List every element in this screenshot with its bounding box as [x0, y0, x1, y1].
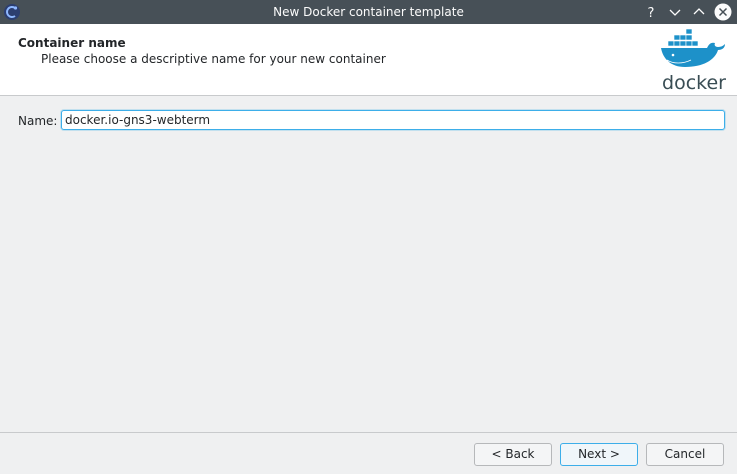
window-titlebar: New Docker container template ? — [0, 0, 737, 24]
page-subtitle: Please choose a descriptive name for you… — [41, 52, 386, 66]
docker-whale-logo: docker — [661, 28, 726, 93]
window-title: New Docker container template — [273, 5, 464, 19]
name-label: Name: — [18, 114, 58, 128]
wizard-header: Container name Please choose a descripti… — [0, 24, 737, 96]
next-button[interactable]: Next > — [560, 443, 638, 466]
minimize-icon[interactable] — [665, 2, 685, 22]
name-input[interactable] — [61, 110, 725, 130]
page-title: Container name — [18, 36, 126, 50]
back-button[interactable]: < Back — [474, 443, 552, 466]
svg-text:?: ? — [648, 6, 655, 21]
docker-logo-text: docker — [662, 72, 726, 93]
footer-separator — [0, 432, 737, 433]
help-icon[interactable]: ? — [641, 2, 661, 22]
cancel-button[interactable]: Cancel — [646, 443, 724, 466]
maximize-icon[interactable] — [689, 2, 709, 22]
close-icon[interactable] — [713, 2, 733, 22]
